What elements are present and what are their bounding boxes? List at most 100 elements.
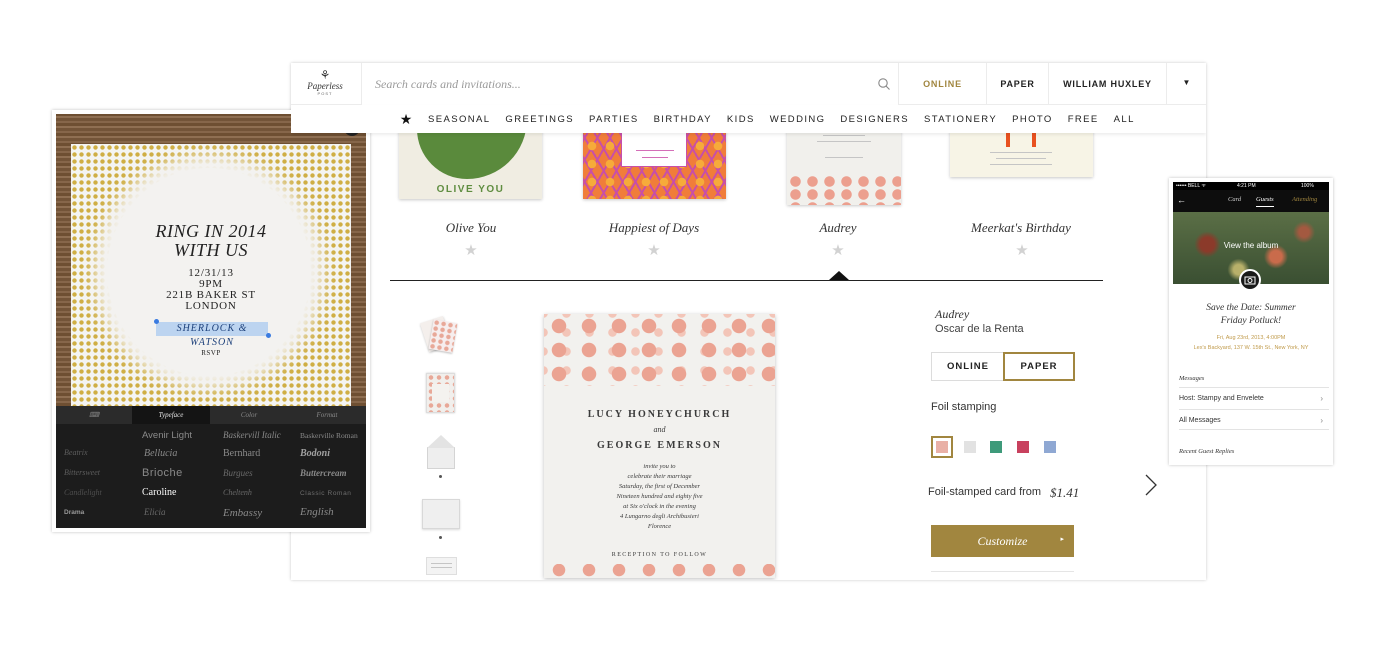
font-option[interactable]: Bodoni — [300, 448, 330, 459]
nav-greetings[interactable]: GREETINGS — [505, 114, 574, 125]
thumb-text-line — [431, 563, 452, 564]
font-option[interactable]: Classic Roman — [300, 490, 352, 497]
view-album-link[interactable]: View the album — [1173, 241, 1329, 250]
caret-down-icon[interactable]: ▼ — [1167, 63, 1206, 105]
bird-logo-icon: ⚘ — [319, 68, 331, 82]
invitation-headline-2[interactable]: WITH US — [71, 241, 351, 260]
font-option[interactable]: Baskervill Italic — [223, 430, 281, 440]
envelope-body — [427, 447, 455, 469]
nav-kids[interactable]: KIDS — [727, 114, 755, 125]
clock-label: 4:21 PM — [1237, 183, 1256, 189]
card-name-olive-you[interactable]: Olive You — [386, 220, 556, 236]
format-paper-button[interactable]: PAPER — [1003, 352, 1075, 381]
customize-button[interactable]: Customize ▸ — [931, 525, 1074, 557]
paper-link[interactable]: PAPER — [987, 63, 1049, 105]
font-option[interactable]: Avenir Light — [142, 430, 192, 441]
foil-swatch-silver[interactable] — [959, 436, 981, 458]
foil-swatch-red[interactable] — [1012, 436, 1034, 458]
selected-text-block[interactable]: SHERLOCK & WATSON — [156, 322, 268, 348]
event-location[interactable]: Lex's Backyard, 137 W. 15th St., New Yor… — [1194, 345, 1309, 351]
font-option[interactable]: Candlelight — [64, 488, 102, 497]
font-option-selected[interactable]: Caroline — [142, 487, 176, 498]
view-thumb-stack[interactable] — [419, 315, 458, 355]
favorites-star-icon[interactable]: ★ — [398, 111, 414, 128]
invitation-rsvp[interactable]: RSVP — [71, 349, 351, 357]
font-option[interactable]: Baskerville Roman — [300, 431, 358, 440]
font-option[interactable]: Brioche — [142, 467, 183, 479]
font-option[interactable]: Bernhard — [223, 448, 260, 459]
invitation-headline-1[interactable]: RING IN 2014 — [71, 222, 351, 241]
font-option[interactable]: Beatrix — [64, 448, 88, 457]
card-body-line: Saturday, the first of December — [618, 483, 701, 490]
tab-card[interactable]: Card — [1228, 196, 1241, 203]
foil-stamping-label: Foil stamping — [931, 401, 997, 413]
card-body-line: at Six o'clock in the evening — [623, 503, 696, 510]
font-option[interactable]: Elicia — [144, 507, 166, 517]
user-account-link[interactable]: WILLIAM HUXLEY — [1049, 63, 1167, 105]
format-online-button[interactable]: ONLINE — [931, 352, 1004, 381]
invitation-address-2[interactable]: LONDON — [71, 301, 351, 312]
tab-typeface[interactable]: Typeface — [132, 406, 210, 424]
nav-designers[interactable]: DESIGNERS — [840, 114, 909, 125]
star-icon[interactable]: ★ — [830, 241, 846, 259]
selection-handle-start[interactable] — [154, 319, 159, 324]
back-arrow-icon[interactable]: ← — [1177, 195, 1186, 205]
tab-color[interactable]: Color — [210, 406, 288, 424]
star-icon[interactable]: ★ — [646, 241, 662, 259]
search-icon[interactable] — [877, 77, 891, 91]
star-icon[interactable]: ★ — [1014, 241, 1030, 259]
font-option[interactable]: Bittersweet — [64, 468, 100, 477]
foil-swatch-blue[interactable] — [1039, 436, 1061, 458]
selection-handle-end[interactable] — [266, 333, 271, 338]
nav-seasonal[interactable]: SEASONAL — [428, 114, 490, 125]
detail-bottom-divider — [931, 571, 1074, 572]
thumb-text-line — [636, 150, 674, 151]
message-row-all[interactable]: All Messages › — [1179, 409, 1329, 430]
search-input[interactable] — [361, 63, 899, 105]
card-name-happiest-of-days[interactable]: Happiest of Days — [569, 220, 739, 236]
message-row-host[interactable]: Host: Stampy and Envelete › — [1179, 387, 1329, 408]
dot-mark — [439, 475, 442, 478]
chevron-right-icon[interactable] — [1144, 473, 1158, 497]
logo[interactable]: ⚘ Paperless POST — [299, 69, 351, 101]
nav-wedding[interactable]: WEDDING — [770, 114, 826, 125]
nav-stationery[interactable]: STATIONERY — [924, 114, 997, 125]
thumb-text-line — [431, 567, 452, 568]
font-option[interactable]: Drama — [64, 509, 84, 516]
online-link[interactable]: ONLINE — [899, 63, 987, 105]
event-title: Save the Date: Summer Friday Potluck! — [1173, 302, 1329, 328]
nav-photo[interactable]: PHOTO — [1012, 114, 1053, 125]
card-name-line-1: LUCY HONEYCHURCH — [587, 409, 732, 420]
nav-all[interactable]: ALL — [1114, 114, 1135, 125]
font-option[interactable]: Bellucia — [144, 448, 177, 459]
font-option[interactable]: English — [300, 506, 334, 518]
font-option[interactable]: Cheltenh — [223, 488, 252, 497]
view-thumb-envelope-back[interactable] — [422, 499, 460, 539]
star-icon[interactable]: ★ — [463, 241, 479, 259]
tab-guests[interactable]: Guests — [1256, 196, 1274, 207]
font-option[interactable]: Burgues — [223, 468, 253, 478]
category-nav: ★ SEASONAL GREETINGS PARTIES BIRTHDAY KI… — [291, 105, 1206, 133]
phone-nav-bar: ← Card Guests Attending — [1173, 190, 1329, 212]
view-thumb-liner[interactable] — [426, 557, 457, 575]
nav-birthday[interactable]: BIRTHDAY — [654, 114, 712, 125]
event-details: Fri, Aug 23rd, 2013, 4:00PM Lex's Backya… — [1173, 333, 1329, 353]
desktop-window: ⚘ Paperless POST ONLINE PAPER WILLIAM HU… — [291, 63, 1206, 580]
card-name-audrey[interactable]: Audrey — [753, 220, 923, 236]
nav-parties[interactable]: PARTIES — [589, 114, 639, 125]
foil-swatch-rose[interactable] — [931, 436, 953, 458]
card-name-meerkats-birthday[interactable]: Meerkat's Birthday — [936, 220, 1106, 236]
foil-swatch-green[interactable] — [985, 436, 1007, 458]
view-thumb-front[interactable] — [426, 373, 455, 413]
view-thumb-envelope[interactable] — [427, 435, 455, 478]
product-designer[interactable]: Oscar de la Renta — [935, 323, 1024, 335]
font-option[interactable]: Embassy — [223, 507, 262, 519]
nav-free[interactable]: FREE — [1068, 114, 1099, 125]
camera-icon[interactable] — [1239, 269, 1261, 291]
font-option[interactable]: Buttercream — [300, 468, 347, 478]
stacked-card-front — [428, 319, 458, 353]
tab-keyboard[interactable]: ⌨ — [56, 406, 132, 424]
thumb-text-line — [990, 164, 1052, 165]
tab-attending[interactable]: Attending — [1292, 196, 1317, 203]
tab-format[interactable]: Format — [288, 406, 366, 424]
